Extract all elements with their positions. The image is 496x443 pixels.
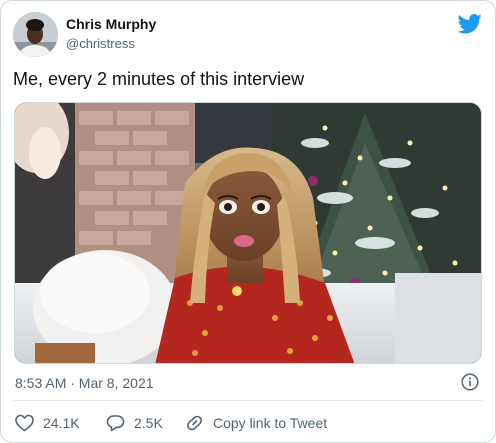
like-button[interactable]: 24.1K	[15, 412, 80, 434]
link-icon	[187, 415, 202, 431]
tweet-text: Me, every 2 minutes of this interview	[13, 69, 305, 89]
copy-link-label: Copy link to Tweet	[213, 415, 328, 431]
avatar[interactable]	[13, 12, 58, 57]
tweet-media-image[interactable]	[14, 102, 482, 364]
speech-bubble-icon	[106, 415, 125, 432]
author-name[interactable]: Chris Murphy	[66, 16, 156, 32]
reply-count: 2.5K	[134, 415, 163, 431]
like-count: 24.1K	[43, 415, 80, 431]
divider	[13, 400, 483, 401]
heart-icon	[15, 414, 34, 432]
reply-button[interactable]: 2.5K	[106, 412, 163, 434]
tweet-card: Chris Murphy @christress Me, every 2 min…	[0, 0, 496, 443]
twitter-bird-icon[interactable]	[458, 14, 482, 34]
author-handle[interactable]: @christress	[66, 36, 135, 51]
info-icon[interactable]	[461, 373, 479, 391]
tweet-timestamp[interactable]: 8:53 AM · Mar 8, 2021	[15, 375, 154, 391]
copy-link-button[interactable]: Copy link to Tweet	[185, 412, 327, 434]
